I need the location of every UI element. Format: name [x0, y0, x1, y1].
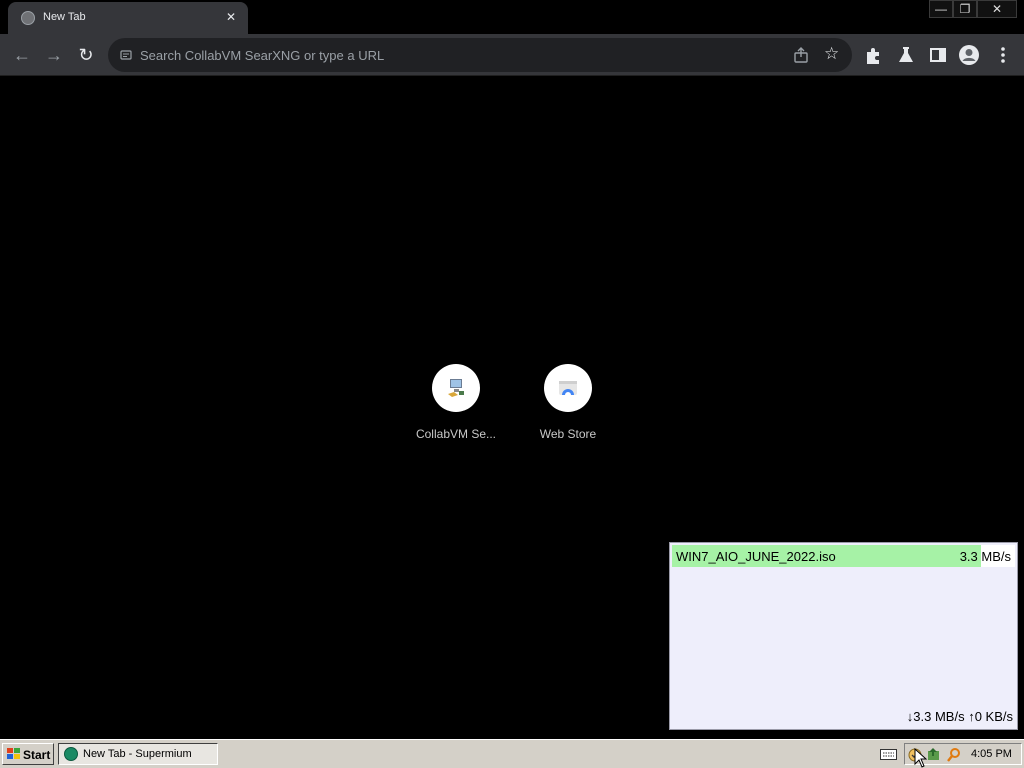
start-label: Start — [23, 748, 51, 762]
supermium-icon — [64, 747, 78, 761]
taskbar-item-browser[interactable]: New Tab - Supermium — [58, 743, 218, 765]
restore-button[interactable]: ❐ — [953, 0, 977, 18]
shortcut-label: CollabVM Se... — [415, 427, 497, 441]
menu-icon[interactable] — [992, 44, 1014, 66]
search-tray-icon[interactable] — [946, 747, 962, 763]
shortcut-collabvm[interactable]: CollabVM Se... — [400, 364, 512, 441]
shortcut-web-store[interactable]: Web Store — [512, 364, 624, 441]
reload-icon[interactable]: ↻ — [74, 43, 98, 67]
globe-icon — [21, 11, 35, 25]
windows-logo-icon — [7, 748, 20, 759]
tab-close-icon[interactable]: ✕ — [223, 9, 239, 25]
side-panel-icon[interactable] — [927, 44, 949, 66]
download-item[interactable]: WIN7_AIO_JUNE_2022.iso 3.3 MB/s — [672, 545, 1015, 567]
shortcut-tile — [544, 364, 592, 412]
forward-icon[interactable]: → — [42, 43, 66, 67]
labs-icon[interactable] — [895, 44, 917, 66]
browser-toolbar: ← → ↻ ☆ — [0, 34, 1024, 76]
start-button[interactable]: Start — [2, 743, 54, 765]
download-filename: WIN7_AIO_JUNE_2022.iso — [676, 549, 836, 564]
taskbar-item-label: New Tab - Supermium — [83, 748, 192, 760]
title-bar: New Tab ✕ — ❐ ✕ — [0, 0, 1024, 34]
taskbar: Start New Tab - Supermium 4:05 PM — [0, 739, 1024, 768]
update-icon[interactable] — [926, 747, 942, 763]
omnibox[interactable]: ☆ — [108, 38, 852, 72]
window-close-button[interactable]: ✕ — [977, 0, 1017, 18]
minimize-button[interactable]: — — [929, 0, 953, 18]
back-icon[interactable]: ← — [10, 43, 34, 67]
share-icon[interactable] — [792, 46, 810, 64]
keyboard-icon[interactable] — [880, 748, 897, 761]
download-total-rate: ↓3.3 MB/s ↑0 KB/s — [906, 709, 1013, 724]
mouse-cursor-icon — [914, 748, 928, 768]
tab-title: New Tab — [43, 11, 86, 23]
download-speed: 3.3 MB/s — [959, 549, 1011, 564]
collabvm-icon — [448, 379, 464, 397]
star-icon[interactable]: ☆ — [824, 44, 839, 64]
clock[interactable]: 4:05 PM — [971, 748, 1012, 760]
web-store-icon — [559, 381, 577, 395]
extensions-icon[interactable] — [863, 44, 885, 66]
shortcut-label: Web Store — [539, 427, 597, 441]
tab-new-tab[interactable]: New Tab ✕ — [8, 2, 248, 34]
download-panel: WIN7_AIO_JUNE_2022.iso 3.3 MB/s ↓3.3 MB/… — [669, 542, 1018, 730]
address-input[interactable] — [140, 38, 780, 72]
profile-icon[interactable] — [958, 44, 980, 66]
search-engine-icon — [120, 50, 132, 60]
shortcut-tile — [432, 364, 480, 412]
